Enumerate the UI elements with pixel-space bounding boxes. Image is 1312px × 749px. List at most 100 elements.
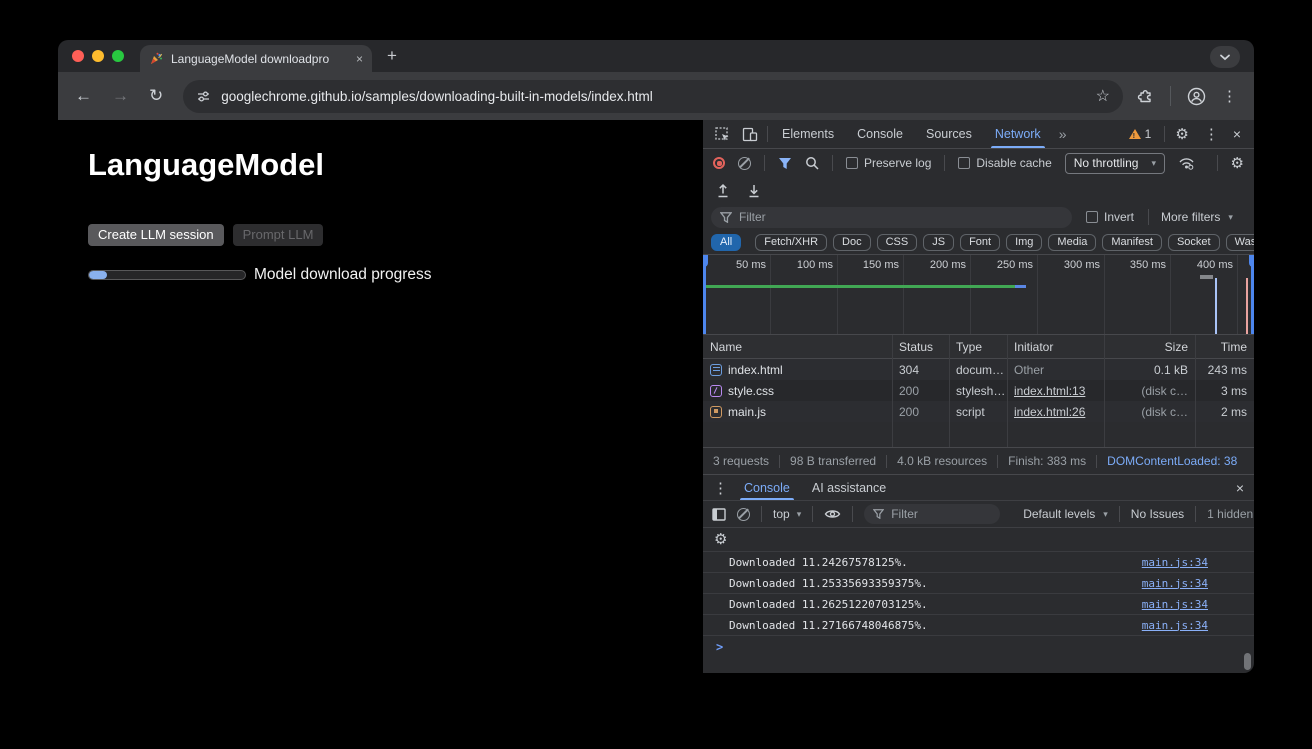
new-tab-button[interactable]: + [387,45,397,67]
console-message[interactable]: Downloaded 11.26251220703125%. main.js:3… [703,593,1254,614]
fullscreen-window-button[interactable] [112,50,124,62]
tab-search-button[interactable] [1210,46,1240,68]
browser-tab[interactable]: LanguageModel downloadpro × [140,45,372,72]
clear-console-icon[interactable] [737,508,750,521]
more-filters-button[interactable]: More filters ▾ [1161,210,1233,224]
chip-doc[interactable]: Doc [833,234,871,251]
table-row[interactable]: index.html 304 docum… Other 0.1 kB 243 m… [703,359,1254,380]
console-sidebar-toggle-icon[interactable] [712,508,726,521]
device-toolbar-icon[interactable] [742,127,758,142]
devtools-close-icon[interactable]: × [1233,126,1241,142]
browser-menu-icon[interactable]: ⋮ [1222,87,1237,105]
chip-manifest[interactable]: Manifest [1102,234,1162,251]
chip-font[interactable]: Font [960,234,1000,251]
devtools-settings-gear-icon[interactable]: ⚙ [1175,127,1188,142]
chip-media[interactable]: Media [1048,234,1096,251]
timeline-marker-tick [1200,275,1213,279]
drawer-close-icon[interactable]: × [1236,480,1244,496]
console-message[interactable]: Downloaded 11.24267578125%. main.js:34 [703,551,1254,572]
header-initiator[interactable]: Initiator [1007,340,1104,354]
drawer-menu-icon[interactable]: ⋮ [713,479,728,497]
network-conditions-icon[interactable] [1178,156,1195,170]
invert-checkbox[interactable]: Invert [1086,210,1134,224]
import-har-icon[interactable] [716,183,730,198]
checkbox-icon [958,157,970,169]
table-header-row[interactable]: Name Status Type Initiator Size Time [703,335,1254,359]
profile-avatar-icon[interactable] [1187,87,1206,106]
devtools-menu-icon[interactable]: ⋮ [1204,125,1219,143]
console-message[interactable]: Downloaded 11.27166748046875%. main.js:3… [703,614,1254,635]
message-source-link[interactable]: main.js:34 [1142,556,1208,569]
tab-close-icon[interactable]: × [356,53,363,65]
network-overview-timeline[interactable]: 50 ms 100 ms 150 ms 200 ms 250 ms 300 ms… [703,255,1254,335]
request-name[interactable]: main.js [728,405,766,419]
request-type: stylesh… [949,384,1007,398]
tab-network[interactable]: Network [986,120,1050,148]
filter-funnel-icon[interactable] [778,157,792,170]
header-time[interactable]: Time [1195,340,1254,354]
back-icon[interactable]: ← [75,86,92,106]
header-name[interactable]: Name [703,340,892,354]
console-settings-gear-icon[interactable]: ⚙ [714,532,727,547]
console-filter-pill[interactable] [864,504,1000,524]
clear-network-log-icon[interactable] [738,157,751,170]
disable-cache-checkbox[interactable]: Disable cache [958,156,1051,170]
console-message[interactable]: Downloaded 11.25335693359375%. main.js:3… [703,572,1254,593]
export-har-icon[interactable] [747,183,761,198]
overview-right-handle[interactable] [1251,255,1254,334]
table-row[interactable]: main.js 200 script index.html:26 (disk c… [703,401,1254,422]
header-status[interactable]: Status [892,340,949,354]
record-network-log-button[interactable] [713,157,725,169]
tab-sources[interactable]: Sources [917,120,981,148]
console-filter-input[interactable] [891,507,991,521]
network-filter-input[interactable] [739,210,1063,224]
create-llm-session-button[interactable]: Create LLM session [88,224,224,246]
preserve-log-checkbox[interactable]: Preserve log [846,156,931,170]
live-expression-eye-icon[interactable] [824,508,841,520]
console-scrollbar-thumb[interactable] [1244,653,1251,670]
log-levels-select[interactable]: Default levels ▾ [1023,507,1108,521]
initiator-link[interactable]: index.html:26 [1014,405,1085,419]
minimize-window-button[interactable] [92,50,104,62]
address-bar[interactable]: googlechrome.github.io/samples/downloadi… [183,80,1123,113]
table-row[interactable]: style.css 200 stylesh… index.html:13 (di… [703,380,1254,401]
console-prompt[interactable]: > [703,635,1254,657]
more-tabs-icon[interactable]: » [1055,126,1071,142]
javascript-context-select[interactable]: top ▾ [773,507,801,521]
network-settings-gear-icon[interactable]: ⚙ [1231,156,1244,171]
overview-left-handle[interactable] [703,255,706,334]
bookmark-star-icon[interactable]: ☆ [1096,86,1110,106]
inspect-element-icon[interactable] [715,127,730,142]
warnings-badge[interactable]: 1 [1129,127,1152,141]
network-filter-pill[interactable] [711,207,1072,228]
extensions-puzzle-icon[interactable] [1137,88,1154,105]
message-source-link[interactable]: main.js:34 [1142,598,1208,611]
chip-js[interactable]: JS [923,234,954,251]
header-size[interactable]: Size [1104,340,1195,354]
chip-img[interactable]: Img [1006,234,1042,251]
chip-wasm[interactable]: Wasm [1226,234,1254,251]
url-text[interactable]: googlechrome.github.io/samples/downloadi… [221,89,1085,104]
chip-css[interactable]: CSS [877,234,918,251]
message-source-link[interactable]: main.js:34 [1142,577,1208,590]
forward-icon[interactable]: → [112,86,129,106]
throttling-select[interactable]: No throttling ▾ [1065,153,1165,174]
request-name[interactable]: index.html [728,363,783,377]
chip-fetch-xhr[interactable]: Fetch/XHR [755,234,827,251]
chip-socket[interactable]: Socket [1168,234,1220,251]
header-type[interactable]: Type [949,340,1007,354]
initiator-link[interactable]: index.html:13 [1014,384,1085,398]
chip-all[interactable]: All [711,234,741,251]
issues-count[interactable]: No Issues [1131,507,1184,521]
search-icon[interactable] [805,156,819,170]
site-settings-icon[interactable] [196,89,211,104]
drawer-tab-ai-assistance[interactable]: AI assistance [806,475,892,500]
close-window-button[interactable] [72,50,84,62]
tab-elements[interactable]: Elements [773,120,843,148]
message-source-link[interactable]: main.js:34 [1142,619,1208,632]
reload-icon[interactable]: ↻ [149,86,163,106]
request-name[interactable]: style.css [728,384,774,398]
drawer-tab-console[interactable]: Console [738,475,796,500]
hidden-messages-count[interactable]: 1 hidden [1207,507,1253,521]
tab-console[interactable]: Console [848,120,912,148]
